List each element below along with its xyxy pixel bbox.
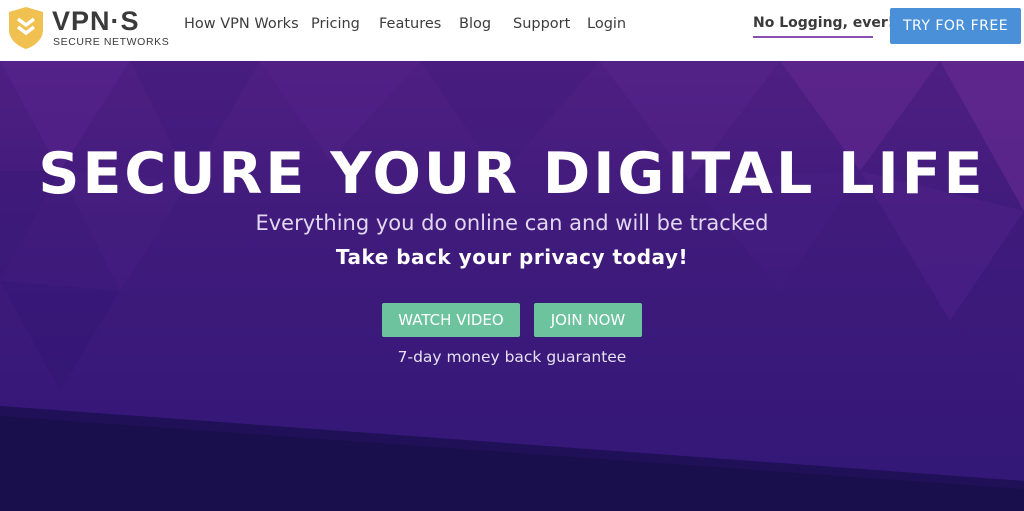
hero-emphasis: Take back your privacy today! (335, 245, 689, 269)
no-logging-link[interactable]: No Logging, ever! (753, 15, 894, 31)
money-back-guarantee: 7-day money back guarantee (397, 348, 627, 366)
nav-item-support[interactable]: Support (513, 16, 570, 32)
nav-item-how-vpn-works[interactable]: How VPN Works (184, 16, 299, 32)
brand-name: VPN·S (52, 6, 140, 36)
try-for-free-button[interactable]: TRY FOR FREE (890, 8, 1021, 44)
brand-logo[interactable]: VPN·S SECURE NETWORKS (6, 6, 176, 52)
hero-headline: SECURE YOUR DIGITAL LIFE (38, 141, 986, 207)
nav-item-blog[interactable]: Blog (459, 16, 491, 32)
no-logging-underline (753, 36, 873, 38)
watch-video-button[interactable]: WATCH VIDEO (382, 303, 520, 337)
join-now-button[interactable]: JOIN NOW (534, 303, 642, 337)
top-navigation: VPN·S SECURE NETWORKS How VPN Works Pric… (0, 0, 1024, 61)
nav-item-login[interactable]: Login (587, 16, 626, 32)
hero-section: SECURE YOUR DIGITAL LIFE Everything you … (0, 61, 1024, 511)
hero-triangle-pattern (0, 61, 1024, 511)
brand-tagline: SECURE NETWORKS (53, 36, 170, 48)
hero-subheadline: Everything you do online can and will be… (255, 211, 769, 235)
nav-item-features[interactable]: Features (379, 16, 441, 32)
shield-chevron-icon (9, 7, 43, 49)
nav-item-pricing[interactable]: Pricing (311, 16, 360, 32)
